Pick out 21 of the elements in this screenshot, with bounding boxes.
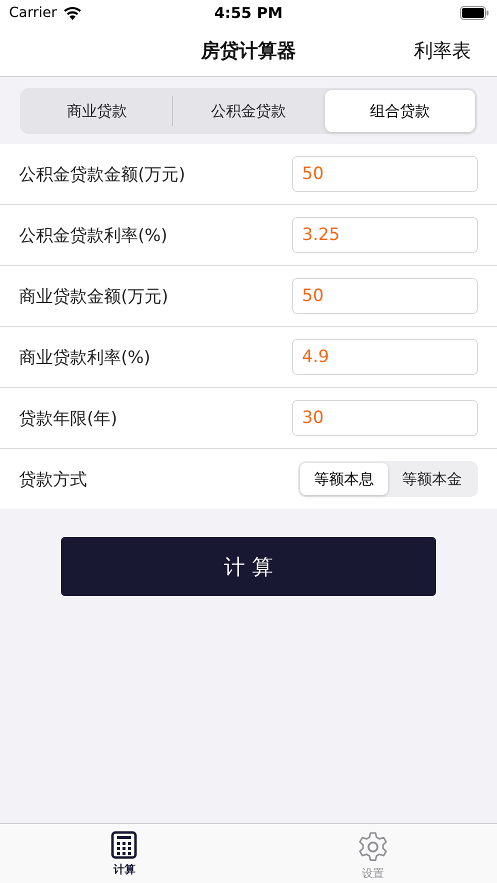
loan-type-tab[interactable]: 商业贷款	[22, 90, 172, 132]
field-label: 公积金贷款金额(万元)	[19, 164, 186, 186]
rate-table-button[interactable]: 利率表	[414, 38, 471, 64]
calculator-icon	[111, 831, 138, 859]
loan-type-tab[interactable]: 组合贷款	[324, 90, 475, 132]
field-label: 公积金贷款利率(%)	[19, 224, 168, 246]
field-label: 贷款方式	[19, 468, 87, 490]
field-label: 贷款年限(年)	[19, 408, 118, 430]
repayment-option[interactable]: 等额本息	[300, 463, 388, 495]
tab-bar-item[interactable]: 计算	[0, 824, 248, 883]
repayment-option[interactable]: 等额本金	[388, 463, 476, 495]
status-time: 4:55 PM	[213, 4, 284, 22]
calculate-button[interactable]: 计 算	[61, 537, 436, 596]
loan-type-tab[interactable]: 公积金贷款	[173, 90, 324, 132]
field-label: 商业贷款利率(%)	[19, 346, 150, 368]
settings-icon	[356, 831, 389, 863]
battery-icon	[460, 6, 489, 20]
field-label: 商业贷款金额(万元)	[19, 286, 168, 308]
screen-title: 房贷计算器	[200, 39, 297, 64]
carrier-label: Carrier	[9, 5, 57, 21]
wifi-icon	[62, 6, 82, 20]
